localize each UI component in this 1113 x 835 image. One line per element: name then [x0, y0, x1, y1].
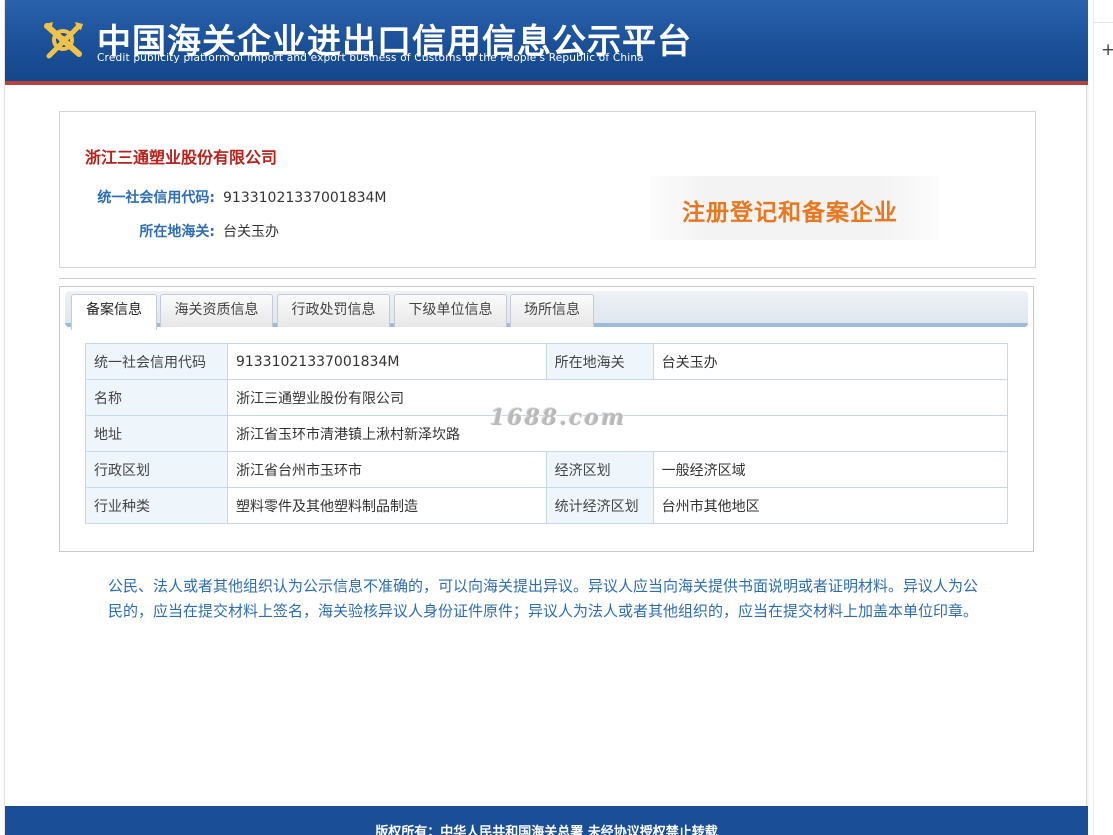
- industry-value-cell: 塑料零件及其他塑料制品制造: [226, 487, 547, 524]
- econ-zone-label-cell: 经济区划: [545, 451, 654, 488]
- credit-code-value: 91331021337001834M: [223, 190, 387, 206]
- customs-emblem-icon: [44, 22, 83, 59]
- tab-customs-qualification[interactable]: 海关资质信息: [160, 294, 273, 327]
- admin-region-label-cell: 行政区划: [85, 451, 228, 488]
- tab-site-info[interactable]: 场所信息: [510, 294, 594, 327]
- objection-notice: 公民、法人或者其他组织认为公示信息不准确的，可以向海关提出异议。异议人应当向海关…: [108, 577, 979, 620]
- admin-region-value-cell: 浙江省台州市玉环市: [226, 451, 547, 488]
- econ-zone-value-cell: 一般经济区域: [652, 451, 1009, 488]
- browser-side-panel: [1093, 0, 1113, 835]
- customs-office-value: 台关玉办: [223, 224, 279, 240]
- credit-code-label-cell: 统一社会信用代码: [85, 343, 228, 380]
- customs-office-label: 所在地海关:: [139, 224, 215, 240]
- tab-bar: 备案信息 海关资质信息 行政处罚信息 下级单位信息 场所信息: [65, 291, 1028, 330]
- section-divider: [59, 278, 1036, 279]
- credit-code-row: 统一社会信用代码: 91331021337001834M: [88, 187, 387, 207]
- credit-code-label: 统一社会信用代码:: [97, 190, 215, 206]
- credit-code-value-cell: 91331021337001834M: [226, 343, 547, 380]
- company-name: 浙江三通塑业股份有限公司: [85, 148, 278, 167]
- stat-zone-value-cell: 台州市其他地区: [652, 487, 1009, 524]
- side-panel-divider: [1094, 22, 1113, 23]
- table-row: 行政区划 浙江省台州市玉环市 经济区划 一般经济区域: [85, 451, 1009, 488]
- tab-subordinate-units[interactable]: 下级单位信息: [394, 294, 507, 327]
- table-row: 统一社会信用代码 91331021337001834M 所在地海关 台关玉办: [85, 343, 1009, 380]
- site-subtitle: Credit publicity platform of import and …: [97, 52, 644, 64]
- registration-status-text: 注册登记和备案企业: [682, 200, 898, 226]
- copyright-text: 版权所有：中华人民共和国海关总署 未经协议授权禁止转载: [375, 825, 718, 835]
- page-container: 中国海关企业进出口信用信息公示平台 Credit publicity platf…: [4, 0, 1088, 835]
- plus-icon[interactable]: +: [1101, 42, 1113, 59]
- industry-label-cell: 行业种类: [85, 487, 228, 524]
- table-row: 行业种类 塑料零件及其他塑料制品制造 统计经济区划 台州市其他地区: [85, 487, 1009, 524]
- company-summary-card: 浙江三通塑业股份有限公司 统一社会信用代码: 91331021337001834M…: [59, 111, 1036, 268]
- customs-office-row: 所在地海关: 台关玉办: [88, 221, 279, 241]
- site-footer: 版权所有：中华人民共和国海关总署 未经协议授权禁止转载: [5, 806, 1088, 835]
- info-tabs-panel: 备案信息 海关资质信息 行政处罚信息 下级单位信息 场所信息 统一社会信用代码 …: [59, 286, 1034, 552]
- customs-label-cell: 所在地海关: [545, 343, 654, 380]
- stat-zone-label-cell: 统计经济区划: [545, 487, 654, 524]
- site-header: 中国海关企业进出口信用信息公示平台 Credit publicity platf…: [5, 0, 1088, 85]
- address-label-cell: 地址: [85, 415, 228, 452]
- filing-info-table: 统一社会信用代码 91331021337001834M 所在地海关 台关玉办 名…: [85, 343, 1009, 524]
- registration-status-badge: 注册登记和备案企业: [650, 176, 938, 240]
- watermark-1688: 1688.com: [490, 405, 627, 431]
- tab-administrative-penalty[interactable]: 行政处罚信息: [277, 294, 390, 327]
- customs-value-cell: 台关玉办: [652, 343, 1009, 380]
- name-label-cell: 名称: [85, 379, 228, 416]
- tab-filing-info[interactable]: 备案信息: [71, 294, 157, 330]
